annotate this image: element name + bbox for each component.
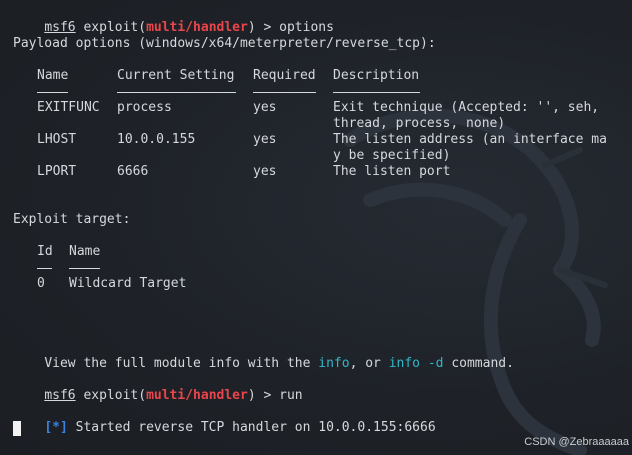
prompt-exploit-prefix: exploit( <box>75 20 147 35</box>
target-row-id: 0 <box>37 276 45 291</box>
options-header-setting: Current Setting <box>117 68 235 83</box>
header-underline-required <box>253 92 316 93</box>
table-row-lhost-name: LHOST <box>37 132 77 147</box>
table-row-lhost-required: yes <box>253 132 277 147</box>
csdn-watermark: CSDN @Zebraaaaaa <box>524 436 629 448</box>
prompt-exploit-prefix: exploit( <box>75 388 147 403</box>
header-underline-description <box>333 92 420 93</box>
module-info-middle: , or <box>349 356 389 371</box>
prompt-line-run: msf6 exploit(multi/handler) > run <box>13 372 302 403</box>
info-d-command: info -d <box>388 356 444 371</box>
target-header-name: Name <box>69 244 101 259</box>
table-row-lport-required: yes <box>253 164 277 179</box>
module-name: multi/handler <box>146 20 248 35</box>
command-run: run <box>279 388 303 403</box>
target-underline-name <box>69 268 100 269</box>
table-row-exitfunc-description-1: Exit technique (Accepted: '', seh, <box>333 100 600 115</box>
module-info-after: command. <box>443 356 514 371</box>
options-header-description: Description <box>333 68 420 83</box>
options-header-required: Required <box>253 68 316 83</box>
prompt-exploit-suffix: ) > <box>247 388 280 403</box>
module-name: multi/handler <box>146 388 248 403</box>
table-row-lhost-setting: 10.0.0.155 <box>117 132 196 147</box>
header-underline-setting <box>117 92 236 93</box>
status-text: Started reverse TCP handler on 10.0.0.15… <box>67 420 436 435</box>
target-header-id: Id <box>37 244 53 259</box>
command-options: options <box>279 20 334 35</box>
table-row-lport-description-1: The listen port <box>333 164 451 179</box>
table-row-lhost-description-2: y be specified) <box>333 148 451 163</box>
info-command: info <box>318 356 350 371</box>
table-row-lhost-description-1: The listen address (an interface ma <box>333 132 607 147</box>
status-marker: [*] <box>44 420 68 435</box>
terminal-window[interactable]: msf6 exploit(multi/handler) > options Pa… <box>0 0 632 455</box>
options-header-name: Name <box>37 68 69 83</box>
target-row-name: Wildcard Target <box>69 276 187 291</box>
exploit-target-header: Exploit target: <box>13 212 131 227</box>
header-underline-name <box>37 92 68 93</box>
prompt-name: msf6 <box>44 20 76 35</box>
table-row-lport-name: LPORT <box>37 164 77 179</box>
target-underline-id <box>37 268 52 269</box>
prompt-name: msf6 <box>44 388 76 403</box>
table-row-exitfunc-description-2: thread, process, none) <box>333 116 506 131</box>
table-row-exitfunc-required: yes <box>253 100 277 115</box>
table-row-exitfunc-setting: process <box>117 100 172 115</box>
prompt-line-options: msf6 exploit(multi/handler) > options <box>13 4 334 35</box>
table-row-lport-setting: 6666 <box>117 164 149 179</box>
module-info-line: View the full module info with the info,… <box>13 340 514 371</box>
prompt-exploit-suffix: ) > <box>247 20 280 35</box>
status-line: [*] Started reverse TCP handler on 10.0.… <box>13 404 435 435</box>
table-row-exitfunc-name: EXITFUNC <box>37 100 100 115</box>
payload-options-header: Payload options (windows/x64/meterpreter… <box>13 36 436 51</box>
module-info-before: View the full module info with the <box>44 356 319 371</box>
terminal-cursor <box>13 421 21 436</box>
